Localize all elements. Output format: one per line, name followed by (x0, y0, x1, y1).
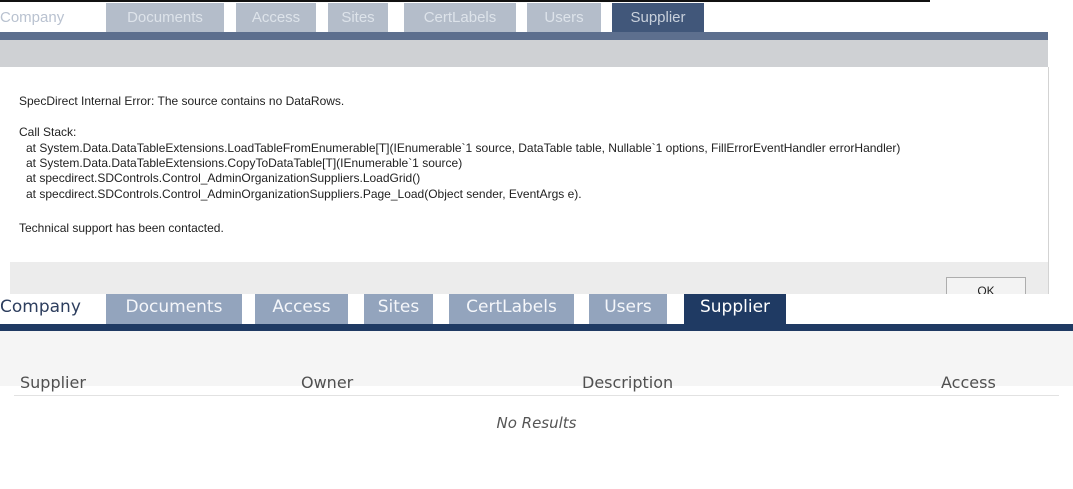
tab-users[interactable]: Users (589, 294, 667, 324)
background-overlay (0, 40, 1048, 67)
tab-documents[interactable]: Documents (106, 294, 242, 324)
stack-line: at specdirect.SDControls.Control_AdminOr… (26, 171, 421, 185)
stack-line: at specdirect.SDControls.Control_AdminOr… (26, 187, 582, 201)
column-header-owner[interactable]: Owner (301, 373, 353, 392)
tab-certlabels[interactable]: CertLabels (449, 294, 574, 324)
column-header-access[interactable]: Access (941, 373, 996, 392)
column-header-supplier[interactable]: Supplier (20, 373, 86, 392)
call-stack-label: Call Stack: (19, 125, 77, 139)
stack-line: at System.Data.DataTableExtensions.LoadT… (26, 141, 901, 155)
error-message: SpecDirect Internal Error: The source co… (19, 94, 345, 108)
background-tab-rule (0, 32, 1048, 40)
tab-company[interactable]: Company (0, 294, 95, 324)
support-message: Technical support has been contacted. (19, 221, 224, 235)
toolbar-area (0, 331, 1073, 386)
supplier-page: Company Documents Access Sites CertLabel… (0, 294, 1073, 489)
empty-state-text: No Results (496, 414, 577, 432)
tab-sites[interactable]: Sites (364, 294, 433, 324)
top-border-line (0, 0, 930, 2)
stack-line: at System.Data.DataTableExtensions.CopyT… (26, 156, 463, 170)
tab-access[interactable]: Access (255, 294, 348, 324)
tab-rule (0, 324, 1073, 331)
header-divider (14, 395, 1059, 396)
tab-bar: Company Documents Access Sites CertLabel… (0, 294, 1073, 324)
dialog-footer (10, 262, 1049, 294)
error-dialog: SpecDirect Internal Error: The source co… (10, 67, 1049, 262)
column-header-description[interactable]: Description (582, 373, 673, 392)
tab-supplier[interactable]: Supplier (684, 294, 786, 324)
